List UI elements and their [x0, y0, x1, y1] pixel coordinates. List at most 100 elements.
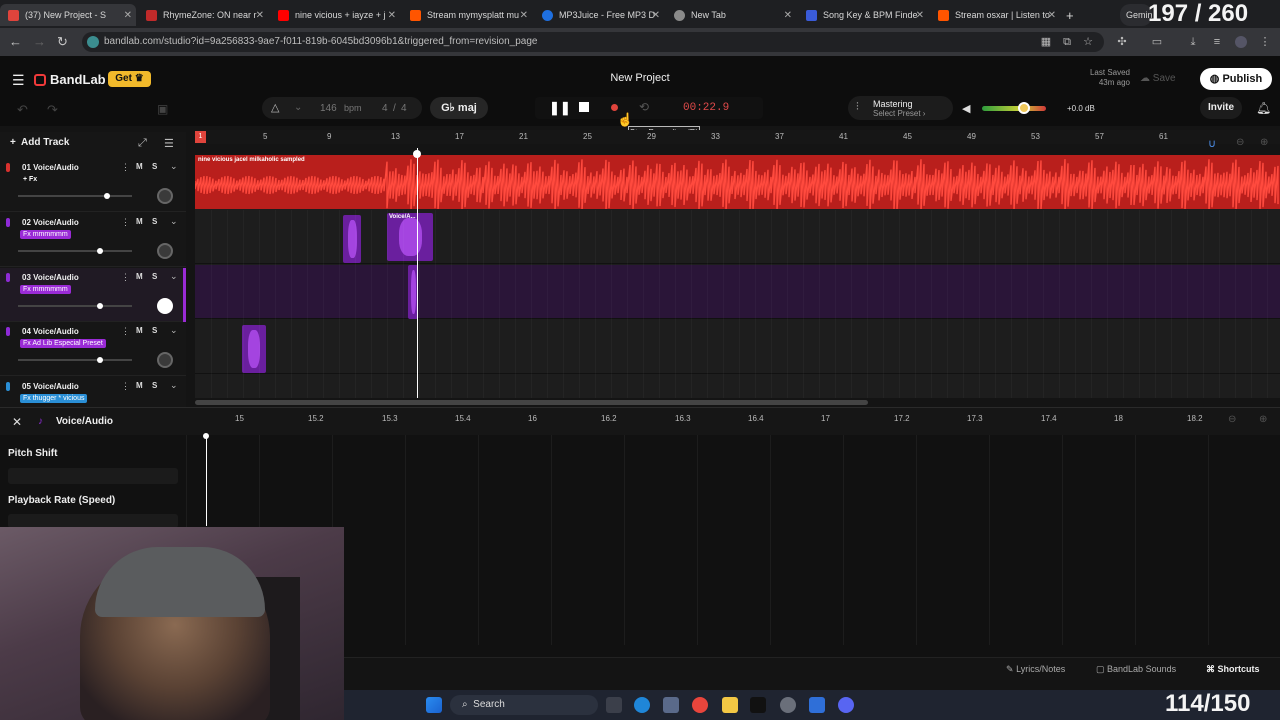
- chrome-menu-icon[interactable]: ⋮: [1259, 36, 1271, 48]
- tab-rhymezone[interactable]: RhymeZone: ON near r ✕: [146, 4, 268, 26]
- chevron-down-icon[interactable]: ⌄: [170, 325, 178, 336]
- solo-button[interactable]: S: [152, 272, 157, 281]
- chevron-down-icon[interactable]: ⌄: [170, 380, 178, 391]
- editor-zoom-out-icon[interactable]: ⊖: [1228, 414, 1236, 425]
- bpm-value[interactable]: 146: [320, 103, 337, 114]
- track-header[interactable]: 04 Voice/Audio Fx Ad Lib Especial Preset ⋮…: [0, 322, 186, 376]
- chrome-icon[interactable]: [692, 697, 708, 713]
- track-volume-slider[interactable]: [18, 305, 132, 307]
- tab-new-project[interactable]: (37) New Project - S ✕: [0, 4, 136, 26]
- solo-button[interactable]: S: [152, 326, 157, 335]
- forward-arrow-icon[interactable]: →: [33, 34, 46, 49]
- time-sig-bottom[interactable]: 4: [401, 103, 407, 114]
- close-icon[interactable]: ✕: [652, 10, 660, 21]
- tab-search-icon[interactable]: ▭: [1151, 36, 1163, 48]
- mute-button[interactable]: M: [136, 217, 143, 226]
- address-bar[interactable]: bandlab.com/studio?id=9a256833-9ae7-f011…: [82, 32, 1104, 52]
- close-icon[interactable]: ✕: [1048, 10, 1056, 21]
- track-volume-handle[interactable]: [97, 248, 104, 254]
- track-settings-icon[interactable]: ☰: [164, 137, 174, 150]
- track-volume-handle[interactable]: [97, 303, 104, 309]
- track-volume-slider[interactable]: [18, 195, 132, 197]
- install-app-icon[interactable]: ▦: [1040, 36, 1052, 48]
- track-fx-badge[interactable]: Fx mmmmmm: [20, 285, 71, 294]
- track-volume-handle[interactable]: [97, 357, 104, 363]
- publish-button[interactable]: ◍ Publish: [1200, 68, 1272, 90]
- zoom-out-icon[interactable]: ⊖: [1236, 137, 1244, 148]
- track-fx-badge[interactable]: Fx mmmmmm: [20, 230, 71, 239]
- track-name[interactable]: 04 Voice/Audio: [22, 327, 79, 336]
- track-options-icon[interactable]: ⋮: [121, 217, 130, 228]
- new-tab-button[interactable]: +: [1066, 4, 1080, 26]
- track-header[interactable]: 02 Voice/Audio Fx mmmmmm ⋮ M S ⌄: [0, 213, 186, 267]
- track-volume-slider[interactable]: [18, 250, 132, 252]
- settings-gear-icon[interactable]: [780, 697, 796, 713]
- pan-knob[interactable]: [157, 188, 173, 204]
- bandlab-sounds-button[interactable]: ▢ BandLab Sounds: [1096, 664, 1176, 678]
- speaker-icon[interactable]: ◀: [962, 102, 970, 115]
- cast-icon[interactable]: ⧉: [1061, 36, 1073, 48]
- stop-icon[interactable]: [579, 102, 589, 112]
- tab-youtube[interactable]: nine vicious + iayze + j ✕: [278, 4, 400, 26]
- download-icon[interactable]: ⤓: [1187, 36, 1199, 48]
- audio-region[interactable]: [343, 215, 361, 263]
- track-header[interactable]: 01 Voice/Audio + Fx ⋮ M S ⌄: [0, 158, 186, 212]
- close-editor-icon[interactable]: ✕: [12, 415, 22, 429]
- zoom-in-icon[interactable]: ⊕: [1260, 137, 1268, 148]
- solo-button[interactable]: S: [152, 217, 157, 226]
- time-sig-top[interactable]: 4: [382, 103, 388, 114]
- hamburger-menu-icon[interactable]: ☰: [12, 72, 25, 89]
- pitch-shift-control[interactable]: [8, 468, 178, 484]
- mute-button[interactable]: M: [136, 272, 143, 281]
- bandlab-logo[interactable]: BandLab: [34, 72, 106, 87]
- mastering-preset-button[interactable]: ⫶ Mastering Select Preset ›: [848, 96, 953, 120]
- timeline-scrollbar-thumb[interactable]: [195, 400, 868, 405]
- track-lane[interactable]: [195, 320, 1280, 374]
- tab-new-tab[interactable]: New Tab ✕: [674, 4, 796, 26]
- track-lane[interactable]: [195, 265, 1280, 319]
- mute-button[interactable]: M: [136, 326, 143, 335]
- bookmark-star-icon[interactable]: ☆: [1082, 36, 1094, 48]
- taskbar-search[interactable]: ⌕ Search: [450, 695, 598, 715]
- solo-button[interactable]: S: [152, 381, 157, 390]
- chevron-down-icon[interactable]: ⌄: [294, 102, 302, 113]
- tab-soundcloud-1[interactable]: Stream mymysplatt mu ✕: [410, 4, 532, 26]
- pause-icon[interactable]: ❚❚: [549, 100, 571, 116]
- pan-knob[interactable]: [157, 243, 173, 259]
- add-track-button[interactable]: + Add Track: [10, 137, 69, 148]
- project-title[interactable]: New Project: [560, 72, 720, 84]
- editor-playhead-handle[interactable]: [203, 433, 209, 439]
- playhead-handle[interactable]: [413, 150, 421, 158]
- master-volume-handle[interactable]: [1018, 102, 1030, 114]
- editor-grid[interactable]: [186, 435, 1280, 645]
- master-volume-slider[interactable]: [982, 106, 1046, 111]
- discord-icon[interactable]: [838, 697, 854, 713]
- tab-soundcloud-2[interactable]: Stream osxar | Listen to ✕: [938, 4, 1060, 26]
- editor-zoom-in-icon[interactable]: ⊕: [1259, 414, 1267, 425]
- task-view-icon[interactable]: [606, 697, 622, 713]
- playback-rate-control[interactable]: [8, 514, 178, 528]
- close-icon[interactable]: ✕: [388, 10, 396, 21]
- track-options-icon[interactable]: ⋮: [121, 326, 130, 337]
- track-fx-badge[interactable]: Fx thugger * vicious: [20, 394, 88, 403]
- key-selector[interactable]: G♭ maj: [430, 97, 488, 119]
- track-options-icon[interactable]: ⋮: [121, 381, 130, 392]
- track-name[interactable]: 02 Voice/Audio: [22, 218, 79, 227]
- track-volume-slider[interactable]: [18, 359, 132, 361]
- track-options-icon[interactable]: ⋮: [121, 272, 130, 283]
- windows-start-icon[interactable]: [426, 697, 442, 713]
- shortcuts-button[interactable]: ⌘ Shortcuts: [1206, 664, 1260, 678]
- extensions-icon[interactable]: ✣: [1116, 36, 1128, 48]
- tiktok-icon[interactable]: [750, 697, 766, 713]
- reading-list-icon[interactable]: ≡: [1211, 36, 1223, 48]
- loop-icon[interactable]: ⟲: [639, 100, 649, 114]
- layout-icon[interactable]: ▣: [157, 102, 168, 116]
- record-icon[interactable]: [611, 104, 618, 111]
- close-icon[interactable]: ✕: [916, 10, 924, 21]
- track-options-icon[interactable]: ⋮: [121, 162, 130, 173]
- lyrics-notes-button[interactable]: ✎ Lyrics/Notes: [1006, 664, 1065, 678]
- loop-start-marker[interactable]: 1: [195, 131, 206, 143]
- mute-button[interactable]: M: [136, 162, 143, 171]
- chevron-down-icon[interactable]: ⌄: [170, 161, 178, 172]
- bell-icon[interactable]: 🔔︎: [1256, 101, 1271, 115]
